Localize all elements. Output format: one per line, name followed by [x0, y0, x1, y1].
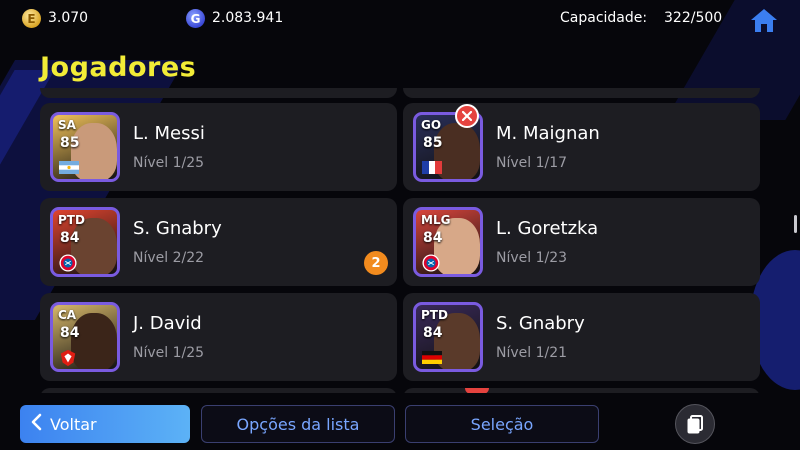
- player-card[interactable]: SA 85 L. Messi Nível 1/25: [40, 103, 397, 191]
- player-card-partial[interactable]: [403, 388, 760, 393]
- player-photo: MLG 84: [413, 207, 483, 277]
- player-face: [71, 313, 117, 369]
- germany-flag-icon: [422, 351, 442, 364]
- player-card[interactable]: CA 84 J. David Nível 1/25: [40, 293, 397, 381]
- player-level: Nível 1/25: [133, 155, 205, 171]
- player-card[interactable]: MLG 84 L. Goretzka Nível 1/23: [403, 198, 760, 286]
- position-label: SA: [58, 118, 76, 132]
- bayern-crest-icon: [59, 254, 77, 272]
- player-photo: PTD 84: [50, 207, 120, 277]
- player-level: Nível 2/22: [133, 250, 205, 266]
- position-label: PTD: [421, 308, 448, 322]
- position-label: PTD: [58, 213, 85, 227]
- copy-button[interactable]: [675, 404, 715, 444]
- selection-label: Seleção: [470, 414, 534, 434]
- capacity-label: Capacidade:: [560, 10, 648, 26]
- gp-icon: G: [186, 9, 205, 28]
- position-label: MLG: [421, 213, 451, 227]
- remove-icon[interactable]: [465, 388, 489, 393]
- top-bar: E 3.070 G 2.083.941 Capacidade: 322/500: [0, 0, 800, 38]
- lille-crest-icon: [60, 349, 76, 367]
- player-name: J. David: [133, 313, 202, 334]
- scrollbar-handle[interactable]: [794, 215, 797, 233]
- player-level: Nível 1/25: [133, 345, 205, 361]
- player-card[interactable]: PTD 84 S. Gnabry Nível 2/22 2: [40, 198, 397, 286]
- player-card-partial[interactable]: [40, 88, 397, 98]
- position-label: GO: [421, 118, 442, 132]
- player-list: SA 85 L. Messi Nível 1/25 GO 85 M. Maign…: [40, 88, 762, 393]
- ecoin-balance: 3.070: [48, 10, 89, 26]
- back-button[interactable]: Voltar: [20, 405, 190, 443]
- overall-rating: 84: [423, 230, 443, 246]
- overall-rating: 84: [423, 325, 443, 341]
- selection-button[interactable]: Seleção: [405, 405, 599, 443]
- overall-rating: 85: [60, 135, 80, 151]
- player-photo: CA 84: [50, 302, 120, 372]
- capacity-value: 322/500: [664, 10, 723, 26]
- player-level: Nível 1/17: [496, 155, 568, 171]
- player-card[interactable]: PTD 84 S. Gnabry Nível 1/21: [403, 293, 760, 381]
- list-options-button[interactable]: Opções da lista: [201, 405, 395, 443]
- count-badge: 2: [364, 251, 388, 275]
- remove-icon[interactable]: [455, 104, 479, 128]
- player-photo: PTD 84: [413, 302, 483, 372]
- player-card[interactable]: GO 85 M. Maignan Nível 1/17: [403, 103, 760, 191]
- overall-rating: 84: [60, 325, 80, 341]
- player-name: M. Maignan: [496, 123, 600, 144]
- gp-balance: 2.083.941: [212, 10, 284, 26]
- player-name: L. Goretzka: [496, 218, 599, 239]
- back-button-label: Voltar: [50, 414, 97, 434]
- player-level: Nível 1/23: [496, 250, 568, 266]
- overall-rating: 85: [423, 135, 443, 151]
- player-card-partial[interactable]: [403, 88, 760, 98]
- position-label: CA: [58, 308, 77, 322]
- player-level: Nível 1/21: [496, 345, 568, 361]
- player-name: S. Gnabry: [133, 218, 222, 239]
- list-options-label: Opções da lista: [236, 414, 360, 434]
- home-icon[interactable]: [750, 7, 778, 33]
- copy-icon: [687, 415, 703, 434]
- page-title: Jogadores: [40, 52, 197, 83]
- bayern-crest-icon: [422, 254, 440, 272]
- player-photo: SA 85: [50, 112, 120, 182]
- player-card-partial[interactable]: [40, 388, 397, 393]
- player-name: L. Messi: [133, 123, 205, 144]
- france-flag-icon: [422, 161, 442, 174]
- argentina-flag-icon: [59, 161, 79, 174]
- chevron-left-icon: [30, 413, 42, 435]
- ecoin-icon: E: [22, 9, 41, 28]
- player-name: S. Gnabry: [496, 313, 585, 334]
- overall-rating: 84: [60, 230, 80, 246]
